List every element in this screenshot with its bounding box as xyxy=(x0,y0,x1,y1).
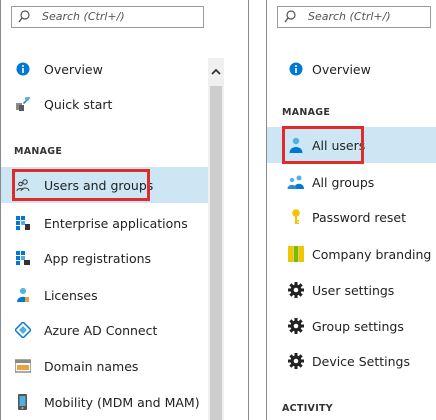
nav-item-label: All groups xyxy=(312,174,375,190)
mobility-icon xyxy=(14,393,32,411)
nav-item-all-groups[interactable]: All groups xyxy=(267,164,436,200)
company-branding-icon xyxy=(287,245,305,263)
gear-icon xyxy=(287,352,305,370)
gear-icon xyxy=(287,281,305,299)
scroll-up-arrow-icon[interactable] xyxy=(208,64,224,78)
nav-item-label: User settings xyxy=(312,282,395,298)
search-icon xyxy=(18,10,30,23)
info-icon xyxy=(14,60,32,78)
nav-item-password-reset[interactable]: Password reset xyxy=(267,199,436,235)
section-header-manage: MANAGE xyxy=(14,146,63,157)
azure-ad-connect-icon xyxy=(14,321,32,339)
licenses-icon xyxy=(14,286,32,304)
search-icon xyxy=(284,10,296,23)
highlight-box-users-and-groups xyxy=(12,169,150,201)
nav-item-overview[interactable]: Overview xyxy=(267,51,436,87)
nav-item-label: App registrations xyxy=(44,250,152,266)
nav-item-device-settings[interactable]: Device Settings xyxy=(267,343,436,379)
nav-item-quick-start[interactable]: Quick start xyxy=(1,86,208,122)
key-icon xyxy=(287,208,305,226)
nav-item-group-settings[interactable]: Group settings xyxy=(267,308,436,344)
left-blade: Search (Ctrl+/) Overview Quick start MAN… xyxy=(0,0,224,420)
right-blade: Search (Ctrl+/) Overview MANAGE All user… xyxy=(266,0,436,420)
section-header-manage: MANAGE xyxy=(282,107,331,118)
left-search-placeholder: Search (Ctrl+/) xyxy=(42,10,125,23)
nav-item-label: Licenses xyxy=(44,287,98,303)
nav-item-azure-ad-connect[interactable]: Azure AD Connect xyxy=(1,312,208,348)
highlight-box-all-users xyxy=(282,126,364,164)
nav-item-label: Enterprise applications xyxy=(44,215,188,231)
nav-item-label: Password reset xyxy=(312,209,407,225)
nav-item-enterprise-applications[interactable]: Enterprise applications xyxy=(1,205,208,241)
nav-item-user-settings[interactable]: User settings xyxy=(267,272,436,308)
app-registrations-icon xyxy=(14,249,32,267)
nav-item-label: Azure AD Connect xyxy=(44,322,158,338)
nav-item-label: Group settings xyxy=(312,318,404,334)
left-search-box[interactable]: Search (Ctrl+/) xyxy=(11,6,204,28)
nav-item-label: Device Settings xyxy=(312,353,410,369)
nav-item-label: Company branding xyxy=(312,246,432,262)
left-scrollbar[interactable] xyxy=(208,58,224,420)
nav-item-overview[interactable]: Overview xyxy=(1,51,208,87)
nav-item-company-branding[interactable]: Company branding xyxy=(267,236,436,272)
right-search-box[interactable]: Search (Ctrl+/) xyxy=(277,6,431,28)
nav-item-mobility[interactable]: Mobility (MDM and MAM) xyxy=(1,384,208,420)
groups-icon xyxy=(287,173,305,191)
right-search-placeholder: Search (Ctrl+/) xyxy=(308,10,391,23)
nav-item-label: Mobility (MDM and MAM) xyxy=(44,394,200,410)
enterprise-apps-icon xyxy=(14,214,32,232)
nav-item-label: Quick start xyxy=(44,96,113,112)
nav-item-app-registrations[interactable]: App registrations xyxy=(1,240,208,276)
domain-names-icon xyxy=(14,357,32,375)
info-icon xyxy=(287,60,305,78)
section-header-activity: ACTIVITY xyxy=(282,403,333,414)
nav-item-label: Overview xyxy=(312,61,371,77)
gear-icon xyxy=(287,317,305,335)
nav-item-label: Domain names xyxy=(44,358,139,374)
nav-item-licenses[interactable]: Licenses xyxy=(1,277,208,313)
nav-item-domain-names[interactable]: Domain names xyxy=(1,348,208,384)
nav-item-label: Overview xyxy=(44,61,103,77)
quick-start-icon xyxy=(14,95,32,113)
scrollbar-thumb[interactable] xyxy=(210,86,222,420)
panel-divider xyxy=(248,0,249,420)
